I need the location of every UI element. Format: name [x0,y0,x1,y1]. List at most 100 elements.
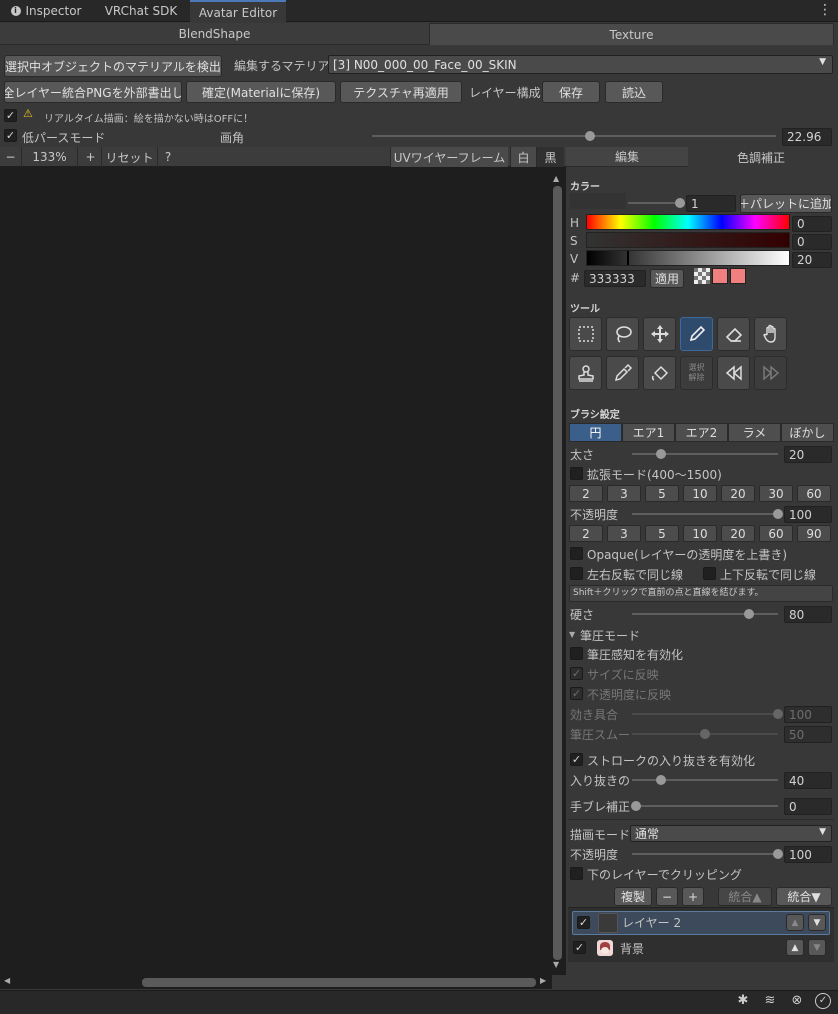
apply-material-button[interactable]: 確定(Materialに保存) [186,81,336,103]
opacity-preset-button-5[interactable]: 60 [759,525,793,542]
black-bg-button[interactable]: 黒 [536,147,564,167]
s-value-field[interactable]: 0 [792,234,832,250]
effect-slider-thumb[interactable] [773,709,783,719]
lasso-tool[interactable] [606,317,639,351]
alpha-value-field[interactable]: 1 [686,195,736,212]
pressure-opacity-checkbox[interactable]: ✓ [570,687,583,700]
size-preset-button-4[interactable]: 20 [721,485,755,502]
palette-swatch-1[interactable] [712,268,728,284]
texture-canvas[interactable] [0,167,566,975]
mirror-ud-checkbox[interactable] [703,567,716,580]
clip-checkbox[interactable] [570,867,583,880]
save-button[interactable]: 保存 [542,81,600,103]
pressure-size-checkbox[interactable]: ✓ [570,667,583,680]
scroll-right-arrow[interactable]: ▶ [540,976,546,985]
layer-move-down-button[interactable]: ▼ [808,939,826,956]
layer-move-up-button[interactable]: ▲ [786,939,804,956]
tab-vrchat-sdk[interactable]: VRChat SDK [92,0,190,22]
horizontal-scrollbar-thumb[interactable] [142,978,536,987]
stabilizer-value-field[interactable]: 0 [784,798,832,815]
layer-name[interactable]: レイヤー 2 [622,914,681,931]
hardness-slider-thumb[interactable] [743,609,754,619]
size-value-field[interactable]: 20 [784,446,832,463]
layer-opacity-value-field[interactable]: 100 [784,846,832,863]
low-perspective-checkbox[interactable]: ✓ [4,129,17,142]
detect-material-button[interactable]: 選択中オブジェクトのマテリアルを検出 [4,55,222,77]
apply-hex-button[interactable]: 適用 [650,269,684,288]
horizontal-scrollbar[interactable]: ◀ ▶ [0,975,552,989]
uv-wireframe-button[interactable]: UVワイヤーフレーム [390,147,508,167]
effect-slider[interactable] [632,709,783,719]
blend-mode-dropdown[interactable]: 通常 ▼ [630,825,832,842]
brush-opacity-value-field[interactable]: 100 [784,506,832,523]
pen-tool[interactable] [680,317,713,351]
opacity-preset-button-0[interactable]: 2 [569,525,603,542]
layer-opacity-slider-thumb[interactable] [773,849,783,859]
extend-mode-checkbox[interactable] [570,467,583,480]
vertical-scrollbar-thumb[interactable] [553,186,562,960]
brush-type-button-0[interactable]: 円 [569,423,622,442]
reset-zoom-button[interactable]: リセット [102,147,158,167]
tab-blendshape[interactable]: BlendShape [0,23,429,45]
value-slider[interactable] [586,250,790,266]
layer-move-up-button[interactable]: ▲ [786,914,804,931]
current-color-swatch[interactable] [570,193,626,209]
bug-icon[interactable]: ✱ [735,993,751,1009]
h-value-field[interactable]: 0 [792,216,832,232]
mirror-lr-checkbox[interactable] [570,567,583,580]
hue-slider[interactable] [586,214,790,230]
fov-slider[interactable] [372,131,776,141]
network-icon[interactable]: ⊗ [789,993,805,1009]
brush-type-button-3[interactable]: ラメ [728,423,781,442]
transparent-swatch-icon[interactable] [694,268,710,284]
rect-select-tool[interactable] [569,317,602,351]
zoom-out-button[interactable]: − [0,147,22,167]
size-preset-button-1[interactable]: 3 [607,485,641,502]
brush-type-button-2[interactable]: エア2 [675,423,728,442]
fill-tool[interactable] [643,356,676,390]
remove-layer-button[interactable]: − [656,887,678,906]
smooth-slider-thumb[interactable] [700,729,710,739]
kebab-menu-icon[interactable]: ⋮ [818,3,832,19]
layer-move-down-button[interactable]: ▼ [808,914,826,931]
deselect-button[interactable]: 選択 解除 [680,356,713,390]
reapply-texture-button[interactable]: テクスチャ再適用 [340,81,462,103]
brush-type-button-4[interactable]: ぼかし [781,423,834,442]
load-button[interactable]: 読込 [605,81,663,103]
smooth-slider[interactable] [632,729,778,739]
eraser-tool[interactable] [717,317,750,351]
size-preset-button-2[interactable]: 5 [645,485,679,502]
layer-visibility-checkbox[interactable]: ✓ [573,941,586,954]
layers-stack-icon[interactable]: ≋ [762,993,778,1009]
pressure-section-title[interactable]: 筆圧モード [580,627,640,644]
pressure-foldout-arrow-icon[interactable]: ▼ [569,630,575,639]
size-preset-button-6[interactable]: 60 [797,485,831,502]
layer-opacity-slider[interactable] [632,849,783,859]
merge-up-button[interactable]: 統合▲ [718,887,772,906]
taper-value-field[interactable]: 40 [784,772,832,789]
add-layer-button[interactable]: + [682,887,704,906]
effect-value-field[interactable]: 100 [784,706,832,723]
help-button[interactable]: ? [158,147,178,167]
stabilizer-slider-thumb[interactable] [631,801,641,811]
add-palette-button[interactable]: ＋パレットに追加 [740,194,832,213]
tab-color-adjust[interactable]: 色調補正 [688,147,834,167]
size-preset-button-5[interactable]: 30 [759,485,793,502]
hand-tool[interactable] [754,317,787,351]
alpha-slider-thumb[interactable] [675,198,685,208]
opacity-preset-button-4[interactable]: 20 [721,525,755,542]
palette-swatch-2[interactable] [730,268,746,284]
stroke-enable-checkbox[interactable]: ✓ [570,753,583,766]
opacity-preset-button-3[interactable]: 10 [683,525,717,542]
brush-opacity-slider-thumb[interactable] [773,509,783,519]
v-value-field[interactable]: 20 [792,252,832,268]
duplicate-layer-button[interactable]: 複製 [614,887,652,906]
scroll-up-arrow[interactable]: ▲ [553,174,559,183]
layer-visibility-checkbox[interactable]: ✓ [577,916,590,929]
move-tool[interactable] [643,317,676,351]
tab-avatar-editor[interactable]: Avatar Editor [190,0,286,23]
brush-opacity-slider[interactable] [632,509,783,519]
hex-field[interactable]: 333333 [584,270,646,287]
realtime-checkbox[interactable]: ✓ [4,109,17,122]
stabilizer-slider[interactable] [631,801,778,811]
